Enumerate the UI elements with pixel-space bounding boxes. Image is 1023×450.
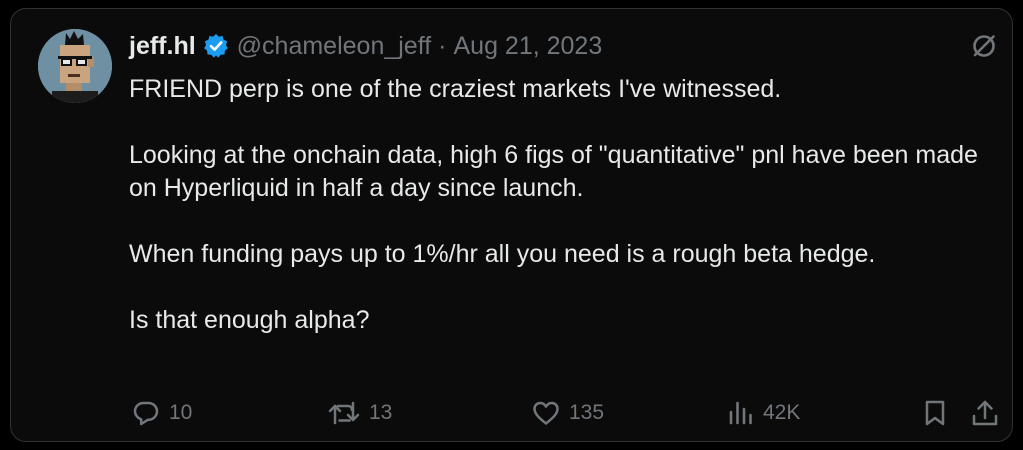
- post-paragraph: Looking at the onchain data, high 6 figs…: [129, 141, 978, 202]
- repost-count: 13: [369, 401, 393, 424]
- pixel-avatar-image: [38, 29, 112, 103]
- post-body: FRIEND perp is one of the craziest marke…: [129, 73, 999, 337]
- post-paragraph: Is that enough alpha?: [129, 306, 370, 334]
- verified-badge-icon: [203, 33, 229, 59]
- post-card[interactable]: jeff.hl @chameleon_jeff · Aug 21, 2023 F…: [10, 8, 1013, 442]
- like-button[interactable]: 135: [531, 397, 604, 429]
- post-header: jeff.hl @chameleon_jeff · Aug 21, 2023: [129, 31, 602, 61]
- author-handle[interactable]: @chameleon_jeff: [237, 31, 431, 61]
- share-icon: [972, 400, 998, 426]
- reply-icon: [133, 401, 159, 426]
- grok-icon[interactable]: [969, 31, 999, 61]
- views-count: 42K: [763, 401, 801, 424]
- separator-dot: ·: [438, 32, 447, 60]
- like-count: 135: [569, 401, 605, 424]
- post-date[interactable]: Aug 21, 2023: [453, 31, 602, 61]
- share-button[interactable]: [970, 397, 1000, 429]
- reply-count: 10: [169, 401, 193, 424]
- bookmark-button[interactable]: [921, 397, 949, 429]
- heart-icon: [533, 401, 559, 425]
- action-bar: 10 13 135 42K: [129, 397, 999, 429]
- repost-button[interactable]: 13: [327, 397, 392, 429]
- views-button[interactable]: 42K: [727, 397, 800, 429]
- avatar[interactable]: [38, 29, 112, 103]
- bookmark-icon: [925, 400, 945, 426]
- repost-icon: [328, 401, 360, 425]
- author-name[interactable]: jeff.hl: [129, 31, 196, 61]
- post-paragraph: When funding pays up to 1%/hr all you ne…: [129, 240, 876, 268]
- post-paragraph: FRIEND perp is one of the craziest marke…: [129, 75, 782, 103]
- views-icon: [729, 401, 752, 425]
- reply-button[interactable]: 10: [131, 397, 192, 429]
